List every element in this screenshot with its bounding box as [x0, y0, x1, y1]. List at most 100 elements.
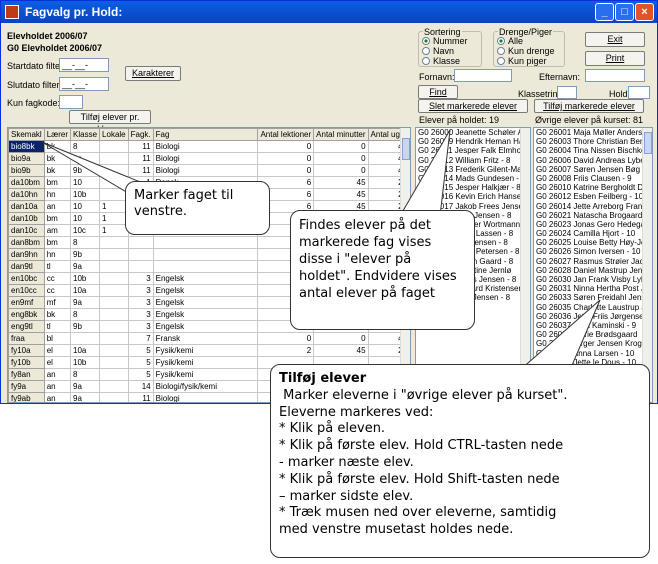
- list-item[interactable]: G0 26004 Tina Nissen Bischke: [534, 146, 652, 155]
- list-item[interactable]: G0 26030 Jan Frank Visby Lykl: [534, 275, 652, 284]
- callout3-line: – marker sidste elev.: [279, 488, 414, 504]
- column-header[interactable]: Lokale: [99, 128, 129, 141]
- callout2-text: Findes elever på det markerede fag vises…: [299, 218, 457, 301]
- ovrige-elever-header: Øvrige elever på kurset: 81: [535, 115, 644, 125]
- table-cell: 9b: [70, 164, 101, 177]
- minimize-button[interactable]: _: [595, 3, 614, 21]
- tilfoj-markerede-elever-button[interactable]: Tilføj markerede elever: [534, 99, 644, 113]
- list-item[interactable]: G0 26026 Simon Iversen - 10: [534, 247, 652, 256]
- table-cell: 9a: [70, 392, 101, 402]
- table-row[interactable]: bio9bbk9b11Biologi0041: [8, 164, 410, 177]
- table-cell: cc: [43, 272, 72, 285]
- list-item[interactable]: G0 26001 Maja Møller Anderse: [534, 128, 652, 137]
- efternavn-input[interactable]: [585, 69, 645, 82]
- column-header[interactable]: Klasse: [70, 128, 101, 141]
- kun-fagkode-input[interactable]: [59, 95, 83, 109]
- list-item[interactable]: G0 26015 Jesper Halkjær - 8: [416, 183, 530, 192]
- exit-button[interactable]: Exit: [585, 32, 645, 47]
- table-cell: [99, 176, 129, 189]
- list-item[interactable]: G0 26014 Jette Arreborg Frank: [534, 202, 652, 211]
- klassetrin-input[interactable]: [557, 86, 577, 99]
- list-item[interactable]: G0 26011 Jesper Falk Elmholt - 8: [416, 146, 530, 155]
- table-cell: [99, 296, 129, 309]
- kun-drenge-radio[interactable]: Kun drenge: [497, 46, 555, 56]
- table-cell: 7: [127, 332, 154, 345]
- list-item[interactable]: G0 26038 Marie Brødsgaard: [534, 330, 652, 339]
- list-item[interactable]: G0 26012 Esben Feilberg - 10: [534, 192, 652, 201]
- table-cell: dan9hn: [8, 248, 45, 261]
- list-item[interactable]: G0 26036 Jette Friis Jørgensen: [534, 312, 652, 321]
- list-item[interactable]: G0 26040 Anna Larsen - 10: [534, 349, 652, 358]
- kun-piger-radio[interactable]: Kun piger: [497, 56, 547, 66]
- table-cell: 45: [313, 344, 369, 357]
- table-cell: [99, 308, 129, 321]
- slet-markerede-elever-button[interactable]: Slet markerede elever: [418, 99, 528, 113]
- column-header[interactable]: Antal minutter: [313, 128, 369, 141]
- table-cell: 45: [313, 176, 369, 189]
- callout3-title: Tilføj elever: [279, 371, 367, 386]
- list-item[interactable]: G0 26010 Katrine Bergholdt Da: [534, 183, 652, 192]
- list-item[interactable]: G0 26016 Kevin Erich Hansen - 8: [416, 192, 530, 201]
- list-item[interactable]: G0 26033 Søren Freidahl Jenso: [534, 293, 652, 302]
- sortering-klasse-radio[interactable]: Klasse: [422, 56, 460, 66]
- close-button[interactable]: ×: [635, 3, 654, 21]
- print-button[interactable]: Print: [585, 51, 645, 66]
- ovrige-scrollbar[interactable]: [642, 128, 652, 402]
- table-cell: 10b: [70, 272, 101, 285]
- maximize-button[interactable]: □: [615, 3, 634, 21]
- column-header[interactable]: Fagk.: [127, 128, 154, 141]
- tilfoj-elever-pr-klasse-button[interactable]: Tilføj elever pr. klasse: [69, 110, 151, 134]
- hold-input[interactable]: [628, 86, 650, 99]
- title-bar[interactable]: Fagvalg pr. Hold: _ □ ×: [1, 1, 657, 23]
- table-cell: Biologi: [152, 392, 259, 402]
- list-item[interactable]: G0 26006 David Andreas Lybe: [534, 156, 652, 165]
- table-cell: bm: [43, 236, 72, 249]
- table-cell: [99, 356, 129, 369]
- list-item[interactable]: G0 26023 Jonas Gero Hedega: [534, 220, 652, 229]
- list-item[interactable]: G0 26008 Friis Clausen - 9: [534, 174, 652, 183]
- table-row[interactable]: bio9abk9a11Biologi0041: [8, 152, 410, 165]
- list-item[interactable]: G0 26000 Jeanette Schøler Anderse: [416, 128, 530, 137]
- list-item[interactable]: G0 26039 Birger Jensen Krog: [534, 339, 652, 348]
- list-item[interactable]: G0 26014 Mads Gundesen - 8: [416, 174, 530, 183]
- table-cell: dan8bm: [8, 236, 45, 249]
- table-row[interactable]: fy10ael10a5Fysik/kemi24525: [8, 344, 410, 357]
- list-item[interactable]: G0 26035 Charlotte Laustrup Ja: [534, 303, 652, 312]
- list-item[interactable]: G0 26021 Natascha Brogaard F: [534, 211, 652, 220]
- sortering-nummer-radio[interactable]: Nummer: [422, 36, 468, 46]
- list-item[interactable]: G0 26013 Frederik Gilent-Madsen - 8: [416, 165, 530, 174]
- sortering-navn-radio[interactable]: Navn: [422, 46, 454, 56]
- karakterer-button[interactable]: Karakterer: [125, 66, 181, 81]
- table-cell: Biologi: [152, 140, 259, 153]
- list-item[interactable]: G0 26007 Søren Jensen Bøg: [534, 165, 652, 174]
- list-item[interactable]: G0 26027 Rasmus Strøier Jaco: [534, 257, 652, 266]
- ovrige-scroll-thumb[interactable]: [644, 132, 652, 154]
- column-header[interactable]: Lærer: [43, 128, 72, 141]
- slutdato-input[interactable]: __-__-____: [59, 77, 109, 101]
- list-item[interactable]: G0 26024 Camilla Hjort - 10: [534, 229, 652, 238]
- list-item[interactable]: G0 26028 Daniel Mastrup Jens: [534, 266, 652, 275]
- list-item[interactable]: G0 26012 William Fritz - 8: [416, 156, 530, 165]
- table-cell: an: [43, 380, 72, 393]
- holdet-scrollbar[interactable]: [520, 128, 530, 402]
- table-cell: 0: [313, 152, 369, 165]
- find-button[interactable]: Find: [418, 85, 458, 99]
- table-cell: Engelsk: [152, 284, 259, 297]
- table-cell: 3: [127, 272, 154, 285]
- table-cell: 9b: [70, 320, 101, 333]
- alle-radio[interactable]: Alle: [497, 36, 523, 46]
- fornavn-input[interactable]: [454, 69, 512, 82]
- column-header[interactable]: Antal lektioner: [257, 128, 315, 141]
- table-row[interactable]: bio8bkbk811Biologi0041: [8, 140, 410, 153]
- grid-scroll-thumb[interactable]: [402, 138, 410, 160]
- table-row[interactable]: fraabl7Fransk0041: [8, 332, 410, 345]
- list-item[interactable]: G0 26037 Nina Kaminski - 9: [534, 321, 652, 330]
- startdato-input[interactable]: __-__-____: [59, 58, 109, 82]
- ovrige-elever-list[interactable]: G0 26001 Maja Møller Anderse G0 26003 Tho…: [533, 127, 653, 403]
- list-item[interactable]: G0 26025 Louise Betty Høy-Jer: [534, 238, 652, 247]
- list-item[interactable]: G0 26009 Hendrik Heman Hansen (: [416, 137, 530, 146]
- list-item[interactable]: G0 26003 Thore Christian Benc: [534, 137, 652, 146]
- list-item[interactable]: G0 26031 Ninna Hertha Post Je: [534, 284, 652, 293]
- column-header[interactable]: Skemakl: [8, 128, 45, 141]
- column-header[interactable]: Fag: [152, 128, 259, 141]
